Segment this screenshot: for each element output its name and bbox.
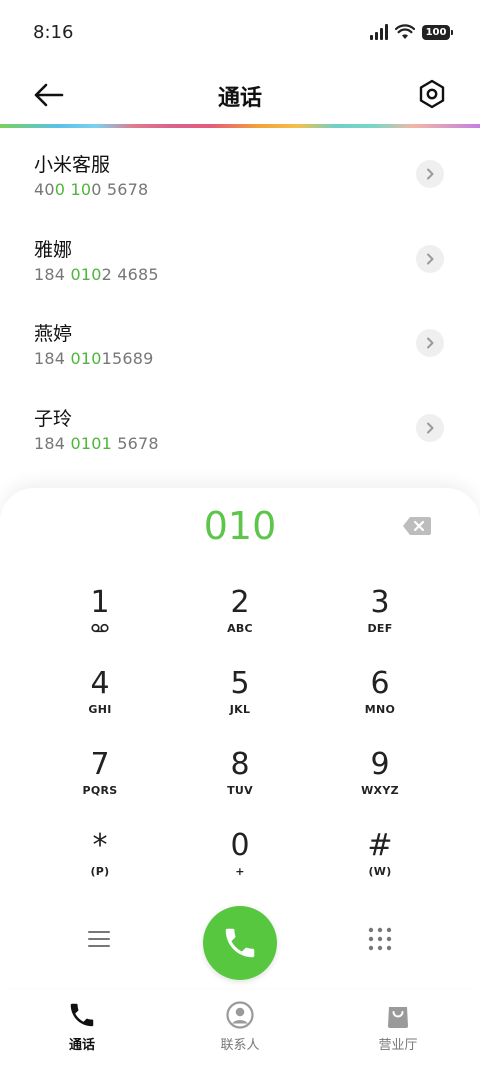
settings-gear-icon[interactable]: [418, 79, 446, 109]
contact-name: 小米客服: [34, 154, 111, 176]
header-color-strip: [0, 124, 480, 128]
dial-key-star[interactable]: * (P): [40, 829, 160, 899]
tab-contacts[interactable]: 联系人: [180, 1000, 300, 1053]
contact-item[interactable]: 雅娜 184 0102 4685: [0, 215, 480, 300]
chevron-right-icon: [427, 253, 434, 264]
voicemail-icon: [91, 623, 109, 633]
tab-label: 通话: [68, 1038, 95, 1053]
tab-service-hall[interactable]: 营业厅: [338, 1000, 458, 1053]
dial-key-0[interactable]: 0 +: [180, 829, 300, 899]
dial-key-1[interactable]: 1: [40, 586, 160, 656]
dial-key-hash[interactable]: # (W): [320, 829, 440, 899]
contact-detail-button[interactable]: [416, 244, 444, 273]
dial-key-3[interactable]: 3 DEF: [320, 586, 440, 656]
menu-icon[interactable]: [88, 930, 110, 948]
bottom-navigation: 通话 联系人 营业厅: [0, 990, 480, 1067]
dial-key-8[interactable]: 8 TUV: [180, 748, 300, 818]
contact-number: 184 0101 5678: [34, 433, 159, 453]
shopping-bag-icon: [388, 1007, 408, 1028]
contact-name: 雅娜: [34, 238, 73, 261]
tab-label: 联系人: [220, 1038, 260, 1053]
contact-detail-button[interactable]: [416, 413, 444, 442]
contact-item[interactable]: 子玲 184 0101 5678: [0, 384, 480, 469]
contact-number: 400 100 5678: [34, 180, 149, 199]
keypad-toggle-icon[interactable]: [368, 927, 392, 951]
dial-key-2[interactable]: 2 ABC: [180, 586, 300, 656]
battery-level: 100: [425, 26, 447, 38]
contact-detail-button[interactable]: [416, 329, 444, 357]
contact-item[interactable]: 小米客服 400 100 5678: [0, 130, 480, 215]
call-button[interactable]: [203, 906, 277, 980]
phone-icon: [225, 928, 255, 958]
signal-icon: [370, 24, 388, 40]
battery-icon: 100: [422, 24, 453, 40]
chevron-right-icon: [427, 168, 434, 180]
contact-name: 子玲: [34, 407, 73, 430]
contact-number: 184 0102 4685: [34, 264, 159, 284]
contact-name: 燕婷: [34, 323, 73, 345]
app-header: 通话: [0, 66, 480, 124]
wifi-icon: [395, 24, 415, 39]
dial-key-6[interactable]: 6 MNO: [320, 667, 440, 737]
contact-detail-button[interactable]: [416, 160, 444, 188]
tab-calls[interactable]: 通话: [22, 1000, 142, 1053]
dial-key-7[interactable]: 7 PQRS: [40, 748, 160, 818]
contact-suggestion-list: 小米客服 400 100 5678 雅娜 184 0102 4685 燕婷 18…: [0, 130, 480, 468]
status-icons: 100: [370, 24, 453, 40]
backspace-icon[interactable]: [402, 516, 432, 536]
contact-number: 184 01015689: [34, 349, 154, 368]
chevron-right-icon: [427, 337, 434, 349]
chevron-right-icon: [427, 422, 434, 433]
page-title: 通话: [217, 86, 262, 111]
phone-icon: [70, 1003, 94, 1027]
tab-label: 营业厅: [378, 1038, 418, 1053]
status-time: 8:16: [33, 22, 74, 43]
contact-icon: [226, 1001, 254, 1029]
dial-key-4[interactable]: 4 GHI: [40, 667, 160, 737]
status-bar: 8:16 100: [0, 0, 480, 66]
dial-key-9[interactable]: 9 WXYZ: [320, 748, 440, 818]
contact-item[interactable]: 燕婷 184 01015689: [0, 299, 480, 384]
dial-key-5[interactable]: 5 JKL: [180, 667, 300, 737]
